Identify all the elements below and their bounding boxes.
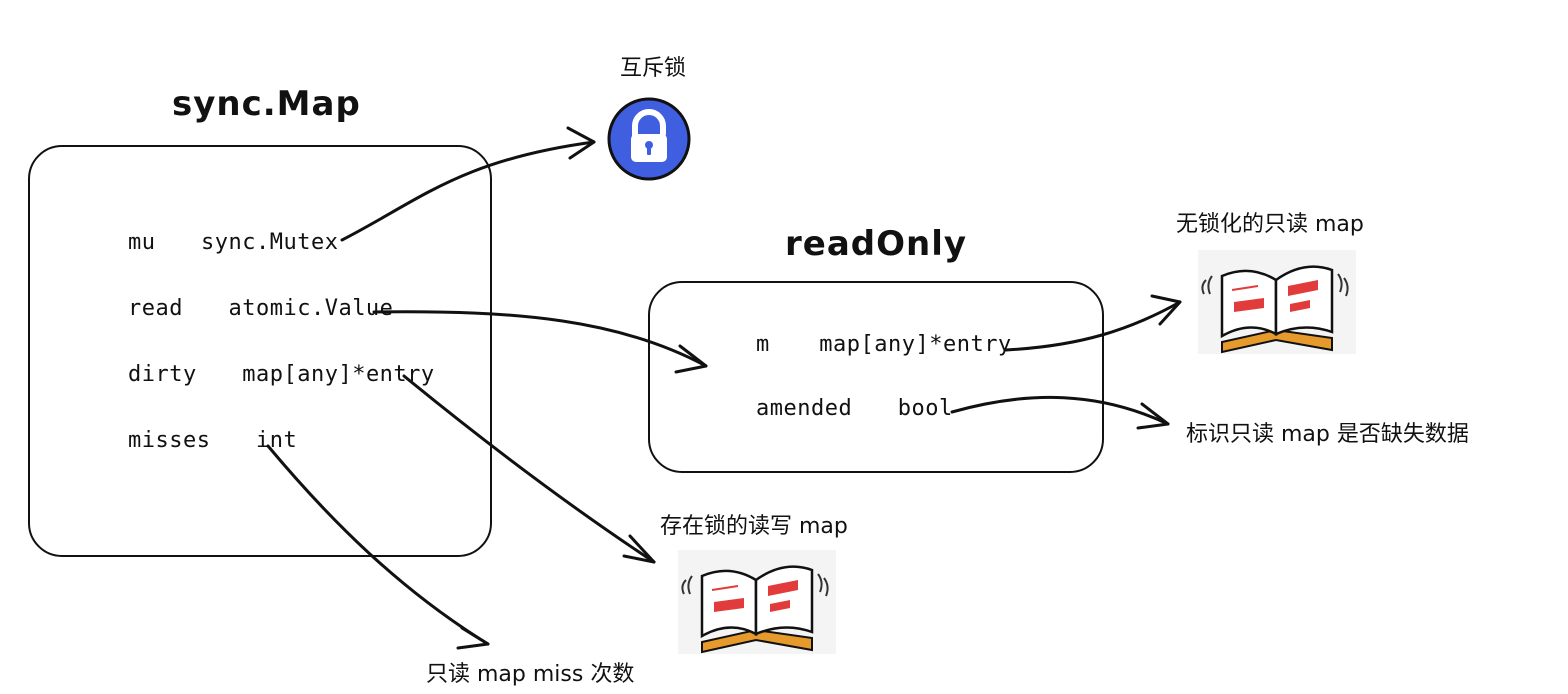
arrow-mu-to-lock [340,140,596,242]
arrowhead [622,534,656,564]
arrow-read-to-readonly [372,310,708,368]
arrow-misses-to-label [266,444,490,646]
arrows-layer [266,126,1182,650]
arrow-dirty-to-locked-map [402,374,656,564]
arrowhead [456,626,490,650]
arrow-amended-to-desc [950,395,1170,426]
arrow-m-to-lockfree [1004,300,1182,352]
